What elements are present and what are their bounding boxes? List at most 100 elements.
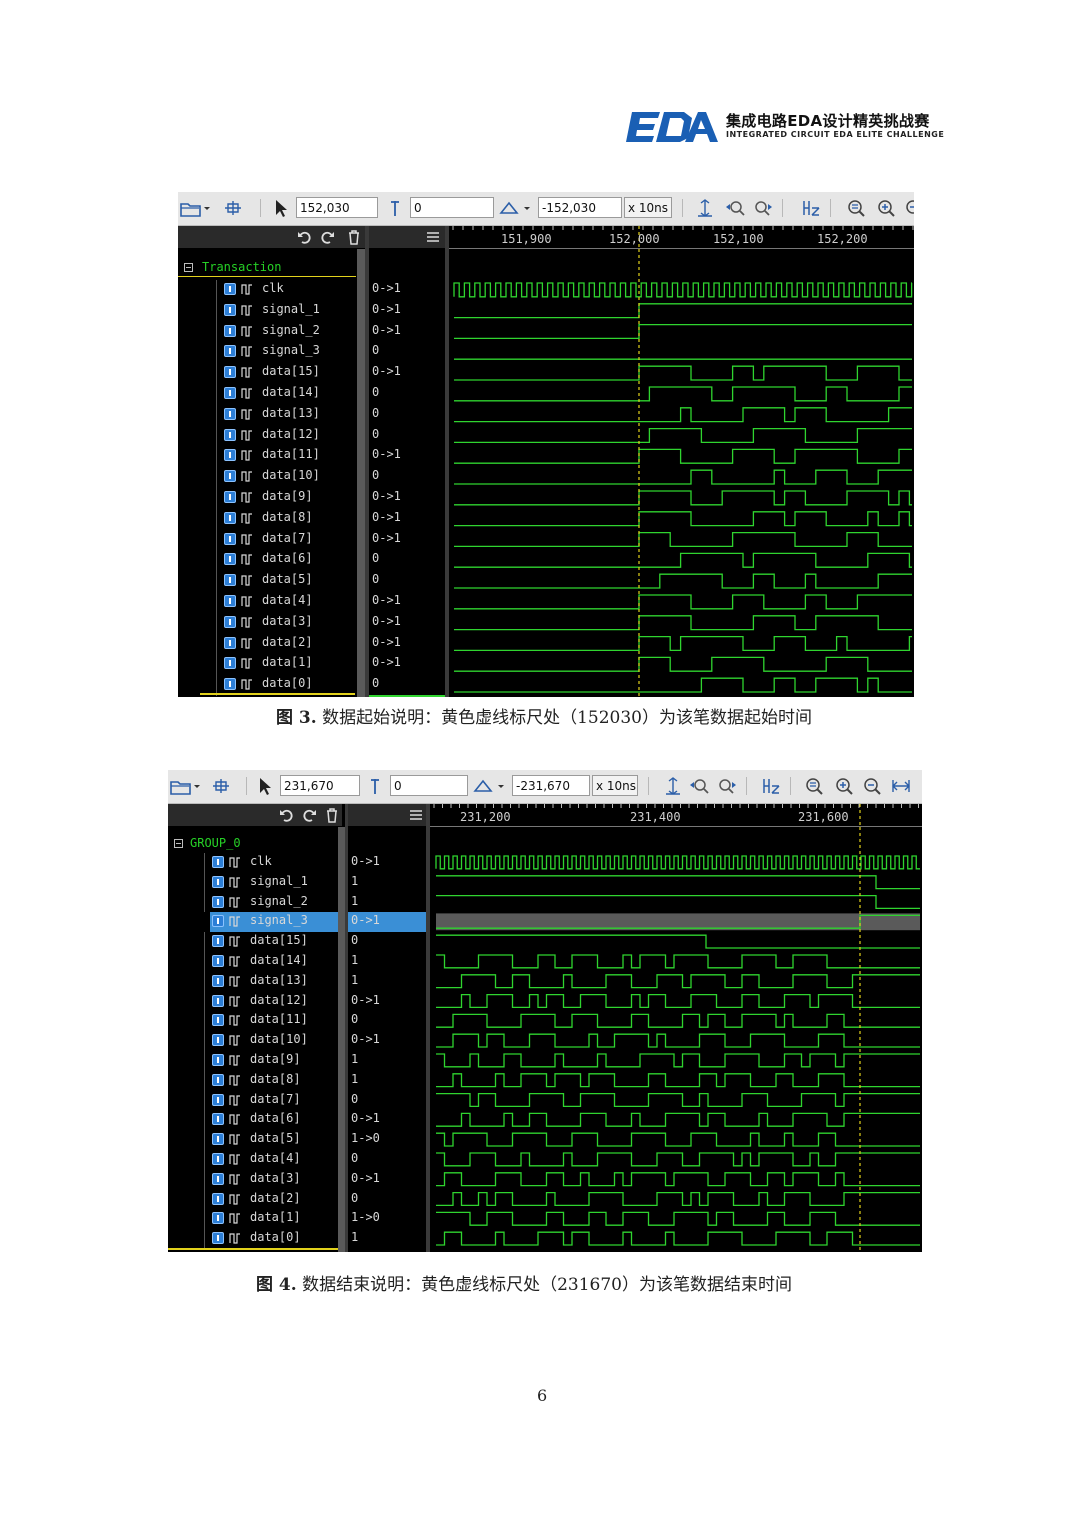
waveform-icon [241,513,252,524]
time-unit-select[interactable]: x 10ns [592,775,638,796]
signal-row[interactable]: clk [168,853,362,873]
signal-row[interactable]: data[1] [168,1209,362,1230]
cursor-time-field[interactable]: 231,670 [280,775,360,796]
signal-row[interactable]: signal_1 [168,872,362,893]
signal-type-icon [224,491,236,503]
delta-time-field[interactable]: -152,030 [538,197,622,218]
collapse-toggle[interactable] [184,263,193,272]
redo-icon[interactable] [302,807,318,823]
signal-row[interactable]: data[15] [168,932,362,952]
undo-icon[interactable] [296,229,312,245]
waveform-pane[interactable] [430,827,922,1252]
collapse-toggle[interactable] [174,839,183,848]
name-pane-scrollbar[interactable] [357,249,365,697]
group-name[interactable]: GROUP_0 [190,836,241,850]
delete-icon[interactable] [324,807,340,823]
signal-row[interactable]: clk [178,280,374,301]
signal-row[interactable]: data[10] [178,467,374,488]
zoom-out-icon[interactable] [862,776,884,796]
pointer-cursor-icon[interactable] [270,198,292,218]
signal-row[interactable]: data[5] [168,1130,362,1150]
signal-row[interactable]: data[11] [178,446,374,468]
signal-row[interactable]: data[12] [168,991,362,1012]
redo-icon[interactable] [320,229,336,245]
zoom-in-icon[interactable] [834,776,856,796]
signal-row[interactable]: data[9] [178,488,374,509]
signal-row[interactable]: data[8] [178,508,374,530]
signal-row[interactable]: data[8] [168,1070,362,1091]
signal-type-icon [224,636,236,649]
signal-row[interactable]: data[14] [168,952,362,972]
undo-icon[interactable] [278,807,294,823]
fit-height-icon[interactable] [662,776,684,796]
signal-row[interactable]: data[5] [178,571,374,592]
search-previous-icon[interactable] [688,776,710,796]
signal-row[interactable]: data[10] [168,1031,362,1051]
signal-row[interactable]: data[13] [168,971,362,992]
signal-row[interactable]: signal_2 [178,321,374,343]
chevron-down-icon[interactable] [202,198,212,218]
zoom-in-icon[interactable] [876,198,898,218]
signal-row[interactable]: data[2] [178,633,374,655]
open-folder-icon[interactable] [170,776,192,796]
signal-row[interactable]: data[12] [178,425,374,447]
signal-row[interactable]: data[1] [178,654,374,676]
marker-icon[interactable] [384,198,406,218]
delta-icon[interactable] [472,776,494,796]
zoom-fit-icon[interactable] [804,776,826,796]
signal-row[interactable]: data[14] [178,384,374,405]
waveform-pane[interactable] [449,249,914,697]
menu-icon[interactable] [408,807,424,823]
signal-row[interactable]: signal_3 [178,342,374,364]
signal-row[interactable]: data[3] [178,612,374,634]
chevron-down-icon[interactable] [496,776,506,796]
time-unit-select[interactable]: x 10ns [624,197,672,218]
marker-time-field[interactable]: 0 [390,775,468,796]
open-folder-icon[interactable] [180,198,202,218]
signal-value: 1 [351,953,359,967]
signal-type-icon [212,994,224,1007]
signal-row[interactable]: data[13] [178,404,374,426]
signal-type-icon [224,366,236,379]
waveform-icon [241,284,252,295]
signal-row[interactable]: data[4] [178,592,374,613]
delta-icon[interactable] [498,198,520,218]
high-impedance-icon[interactable] [760,776,782,796]
name-pane-scrollbar[interactable] [338,827,345,1252]
marker-icon[interactable] [364,776,386,796]
signal-row[interactable]: signal_2 [168,892,362,913]
menu-icon[interactable] [425,229,441,245]
marker-time-field[interactable]: 0 [410,197,494,218]
zoom-out-icon[interactable] [904,198,914,218]
search-next-icon[interactable] [752,198,774,218]
signal-row[interactable]: data[2] [168,1189,362,1210]
signal-row[interactable]: data[11] [168,1011,362,1032]
signal-row[interactable]: data[4] [168,1150,362,1170]
search-next-icon[interactable] [716,776,738,796]
cursor-time-field[interactable]: 152,030 [296,197,378,218]
fit-height-icon[interactable] [694,198,716,218]
signal-row[interactable]: data[6] [178,550,374,572]
signal-add-icon[interactable] [210,776,232,796]
signal-row[interactable]: data[7] [178,529,374,551]
search-previous-icon[interactable] [724,198,746,218]
delta-time-field[interactable]: -231,670 [512,775,590,796]
signal-add-icon[interactable] [222,198,244,218]
signal-row[interactable]: data[0] [168,1229,362,1249]
waveform-icon [229,976,240,987]
delete-icon[interactable] [346,229,362,245]
signal-row[interactable]: signal_1 [178,300,374,322]
chevron-down-icon[interactable] [192,776,202,796]
fit-width-icon[interactable] [890,776,912,796]
signal-row[interactable]: data[6] [168,1110,362,1131]
pointer-cursor-icon[interactable] [254,776,276,796]
zoom-fit-icon[interactable] [846,198,868,218]
signal-row[interactable]: data[9] [168,1051,362,1071]
signal-row[interactable]: data[7] [168,1090,362,1111]
signal-row[interactable]: data[15] [178,363,374,384]
group-name[interactable]: Transaction [202,260,281,274]
waveform-icon [241,471,252,482]
high-impedance-icon[interactable] [800,198,822,218]
signal-row[interactable]: data[3] [168,1169,362,1190]
chevron-down-icon[interactable] [522,198,532,218]
